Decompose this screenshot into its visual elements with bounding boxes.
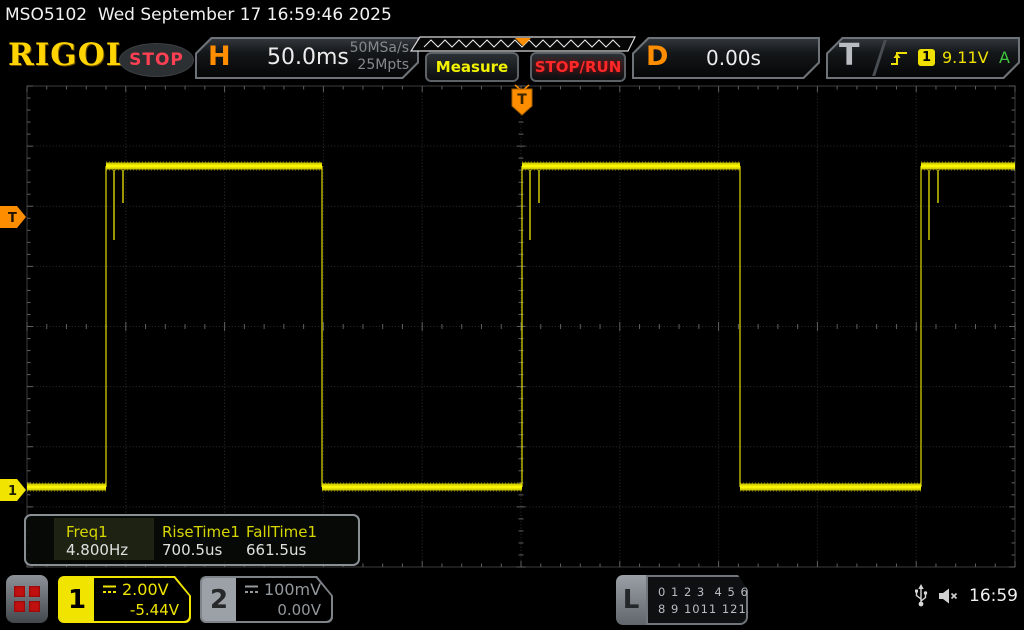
- channel2-offset: 0.00V: [277, 601, 321, 619]
- timebase-value: 50.0ms: [267, 45, 349, 70]
- four-squares-icon: [14, 586, 40, 612]
- channel1-offset: -5.44V: [130, 601, 179, 619]
- measurement-value: 4.800Hz: [66, 541, 128, 559]
- measurement-value: 661.5us: [246, 541, 306, 559]
- waveform-marker[interactable]: 1: [8, 484, 17, 499]
- logic-channels-8-15: 8 9 1011 12131415: [658, 602, 788, 616]
- measurement-label: FallTime1: [246, 523, 317, 541]
- dc-coupling-icon: [244, 584, 259, 595]
- channel1-scale-row: 2.00V: [102, 580, 169, 599]
- channel1-panel[interactable]: 1 2.00V -5.44V: [58, 576, 191, 623]
- dc-coupling-icon: [102, 584, 117, 595]
- rising-edge-icon: [888, 48, 910, 68]
- run-state-badge: STOP: [119, 43, 194, 77]
- channel2-badge[interactable]: 2: [202, 578, 236, 621]
- measurement-value: 700.5us: [162, 541, 222, 559]
- trigger-level-value: 9.11V: [942, 48, 989, 67]
- trigger-mode-indicator: A: [999, 48, 1010, 67]
- logic-body: 0 1 2 3 4 5 6 7 8 9 1011 12131415: [646, 575, 748, 625]
- model-and-datetime: MSO5102 Wed September 17 16:59:46 2025: [5, 5, 392, 25]
- measurement-results-panel[interactable]: Freq1 4.800Hz RiseTime1 700.5us FallTime…: [24, 514, 360, 566]
- logic-badge: L: [616, 575, 646, 625]
- speaker-muted-icon[interactable]: [938, 587, 959, 605]
- stop-run-button[interactable]: STOP/RUN: [530, 52, 626, 82]
- measure-button[interactable]: Measure: [425, 52, 519, 82]
- delay-value: 0.00s: [706, 46, 761, 70]
- system-tray: 16:59: [914, 584, 1018, 608]
- clock: 16:59: [969, 586, 1018, 606]
- acquisition-info: 50MSa/s 25Mpts: [350, 40, 409, 74]
- waveform-marker[interactable]: T: [517, 92, 527, 108]
- windows-grid-button[interactable]: [6, 575, 48, 623]
- header-bar: RIGOL STOP H 50.0ms 50MSa/s 25Mpts Measu…: [0, 30, 1024, 84]
- trigger-label: T: [839, 38, 859, 73]
- channel2-panel[interactable]: 2 100mV 0.00V: [200, 576, 333, 623]
- delay-label: D: [646, 41, 668, 72]
- channel2-scale: 100mV: [264, 580, 321, 599]
- channel2-scale-row: 100mV: [244, 580, 321, 599]
- measurement-label: Freq1: [66, 523, 108, 541]
- status-bar: MSO5102 Wed September 17 16:59:46 2025: [0, 0, 1024, 30]
- measurement-label: RiseTime1: [162, 523, 240, 541]
- delay-panel[interactable]: D 0.00s: [632, 37, 820, 79]
- usb-icon: [914, 584, 928, 608]
- logic-channels-0-7: 0 1 2 3 4 5 6 7: [658, 585, 762, 599]
- trigger-panel[interactable]: T 1 9.11V A: [826, 37, 1020, 79]
- memory-position-strip[interactable]: [410, 36, 636, 53]
- memory-depth: 25Mpts: [350, 57, 409, 74]
- horizontal-panel[interactable]: H 50.0ms 50MSa/s 25Mpts: [195, 37, 419, 79]
- channel1-scale: 2.00V: [122, 580, 169, 599]
- waveform-marker[interactable]: T: [8, 211, 17, 226]
- horizontal-label: H: [208, 41, 231, 72]
- logic-channels-panel[interactable]: L 0 1 2 3 4 5 6 7 8 9 1011 12131415: [616, 575, 748, 625]
- rigol-logo: RIGOL: [8, 37, 129, 73]
- bottom-bar: 1 2.00V -5.44V 2 100mV 0.00V: [0, 570, 1024, 630]
- sample-rate: 50MSa/s: [350, 40, 409, 57]
- trigger-source-badge: 1: [918, 49, 935, 66]
- oscilloscope-screen: T T 1 MSO5102 Wed September 17 16:59:46 20…: [0, 0, 1024, 630]
- channel1-badge[interactable]: 1: [60, 578, 94, 621]
